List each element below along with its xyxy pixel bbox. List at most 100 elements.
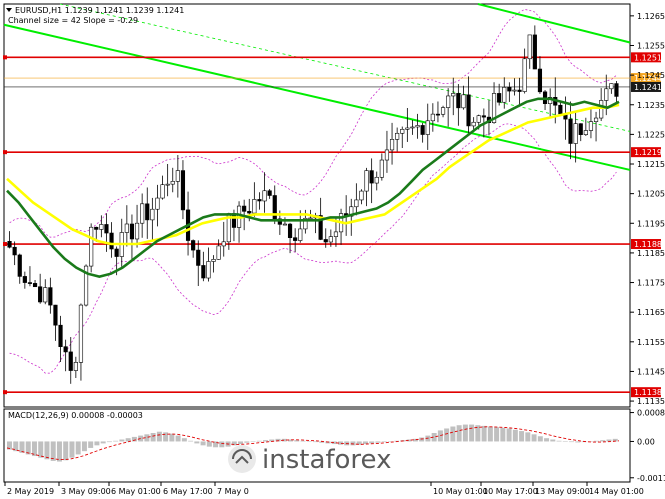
candle-body [415, 125, 420, 128]
candle-body [201, 265, 206, 279]
candle-body [68, 351, 73, 371]
macd-bar [525, 432, 531, 442]
candle-body [507, 87, 512, 92]
price-tick-label: 1.1185 [637, 249, 665, 258]
candle-body [461, 94, 466, 109]
price-tick-label: 1.1155 [637, 338, 665, 347]
time-tick-label: 7 May 0 [217, 487, 249, 496]
time-axis: 2 May 2019 3 May 09:00 6 May 01:00 6 May 17… [4, 482, 644, 496]
candle-body [58, 324, 63, 347]
watermark-text: instaforex [262, 445, 391, 475]
macd-bar [519, 431, 525, 442]
candle-body [78, 304, 84, 363]
price-tick-label: 1.1225 [637, 130, 665, 139]
candle-body [476, 115, 481, 123]
symbol-line: EURUSD,H1 1.1239 1.1241 1.1239 1.1241 [15, 6, 184, 15]
macd-bar [506, 428, 512, 442]
dropdown-triangle-icon[interactable] [6, 8, 12, 12]
macd-bar [56, 441, 62, 462]
candle-body [588, 121, 594, 131]
candle-body [466, 94, 471, 127]
candle-body [27, 282, 33, 284]
candle-body [211, 259, 216, 262]
price-tick-label: 1.1135 [637, 397, 665, 406]
candle-body [129, 223, 135, 240]
candle-body [257, 199, 262, 202]
macd-bar [469, 424, 475, 442]
macd-bar [537, 436, 543, 442]
time-tick-label: 6 May 17:00 [163, 487, 213, 496]
macd-bar [244, 441, 250, 443]
time-tick-label: 13 May 09:00 [535, 487, 590, 496]
level-label: 1.1219 [634, 148, 662, 157]
candle-body [400, 129, 405, 134]
candle-body [405, 127, 410, 130]
level-anchor [3, 390, 7, 395]
candle-body [395, 132, 400, 140]
price-tick-label: 1.1175 [637, 279, 665, 288]
chart: 1.1251 1.1244 1.1241 1.1219 1.1188 1.1138 1.1… [0, 0, 665, 499]
macd-bar [100, 441, 106, 444]
candle-body [389, 139, 395, 151]
macd-bar [238, 441, 244, 445]
candle-body [425, 120, 430, 135]
macd-bar [169, 433, 175, 442]
candle-body [614, 83, 619, 97]
candle-body [604, 88, 609, 101]
candle-body [216, 245, 221, 260]
candle-body [451, 93, 456, 97]
macd-bar [594, 440, 600, 442]
candle-body [262, 190, 267, 202]
time-tick-label: 14 May 01:00 [589, 487, 644, 496]
macd-bar [294, 440, 300, 442]
macd-tick-label: 0.00089 [637, 409, 665, 418]
macd-bar [200, 441, 206, 446]
level-label: 1.1241 [634, 83, 662, 92]
macd-bar [481, 425, 487, 442]
candle-body [282, 223, 288, 226]
candle-body [420, 125, 425, 135]
candle-body [267, 190, 272, 196]
candle-body [43, 287, 48, 303]
candle-body [354, 199, 359, 208]
candle-body [191, 240, 196, 251]
candle-body [599, 100, 604, 119]
candle-body [481, 115, 486, 118]
candle-body [114, 248, 119, 257]
candle-body [573, 123, 578, 144]
candle-body [150, 208, 155, 221]
macd-bar [88, 441, 94, 448]
macd-bar [75, 441, 81, 455]
macd-label: MACD(12,26,9) 0.00008 -0.00003 [8, 411, 143, 420]
candle-body [522, 58, 527, 92]
macd-bar [94, 441, 100, 446]
macd-bar [181, 438, 187, 442]
candle-body [532, 34, 537, 70]
price-axis: 1.1265 1.1255 1.1245 1.1235 1.1225 1.1215 1.12… [630, 12, 665, 406]
macd-bar [69, 441, 75, 458]
macd-bar [113, 440, 119, 442]
price-tick-label: 1.1235 [637, 101, 665, 110]
macd-bar [462, 424, 468, 442]
macd-bar [494, 427, 500, 442]
macd-bar [263, 440, 269, 442]
candle-body [359, 190, 364, 201]
price-tick-label: 1.1205 [637, 190, 665, 199]
price-tick-label: 1.1195 [637, 219, 665, 228]
candle-body [94, 226, 99, 230]
time-tick-label: 6 May 01:00 [111, 487, 161, 496]
macd-bar [313, 441, 318, 443]
macd-bar [419, 437, 425, 442]
macd-bar [219, 441, 225, 448]
candle-body [12, 246, 17, 256]
candle-body [109, 232, 114, 250]
price-tick-label: 1.1245 [637, 71, 665, 80]
macd-bar [44, 441, 50, 460]
channel-info: Channel size = 42 Slope = -0.29 [8, 16, 138, 25]
candle-body [446, 95, 451, 108]
candle-body [568, 118, 573, 144]
candle-body [471, 121, 476, 127]
candle-body [517, 89, 522, 92]
macd-bar [256, 440, 262, 442]
instaforex-logo: instaforex [228, 445, 391, 475]
